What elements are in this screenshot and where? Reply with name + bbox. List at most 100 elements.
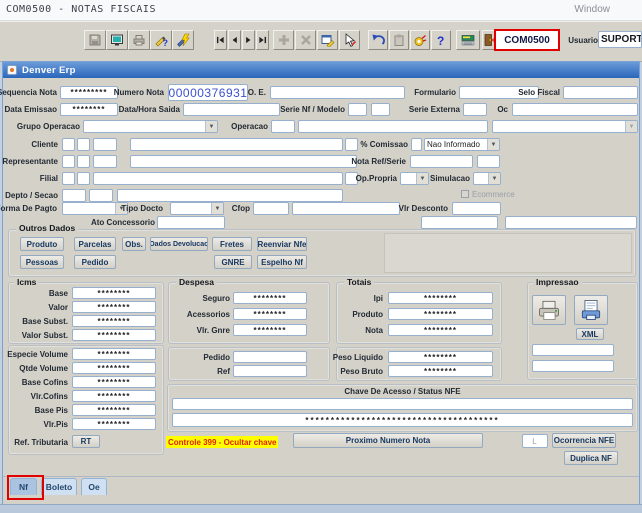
- nota-ref-serie-field[interactable]: [477, 155, 500, 168]
- chevron-down-icon[interactable]: ▼: [487, 139, 499, 150]
- cfop-code-field[interactable]: [253, 202, 289, 215]
- filial-field-1[interactable]: [62, 172, 75, 185]
- l-field[interactable]: L: [522, 434, 548, 448]
- tab-boleto[interactable]: Boleto: [41, 478, 77, 495]
- cliente-field-4[interactable]: [345, 138, 358, 151]
- acessorios-field[interactable]: ********: [233, 308, 307, 320]
- save-button[interactable]: [84, 30, 106, 50]
- menu-window[interactable]: Window: [574, 4, 610, 15]
- fretes-button[interactable]: Fretes: [212, 237, 252, 251]
- totais-produto-field[interactable]: ********: [388, 308, 493, 320]
- print-button[interactable]: [128, 30, 150, 50]
- grupo-operacao-combo[interactable]: ▼: [83, 120, 218, 133]
- oc-field[interactable]: [512, 103, 638, 116]
- icms-base-subst-field[interactable]: ********: [72, 315, 156, 327]
- totais-nota-field[interactable]: ********: [388, 324, 493, 336]
- pessoas-button[interactable]: Pessoas: [20, 255, 64, 269]
- parcelas-button[interactable]: Parcelas: [74, 237, 116, 251]
- imprimir-danfe-button[interactable]: [574, 295, 608, 325]
- base-pis-field[interactable]: ********: [72, 404, 156, 416]
- serie-nf-field[interactable]: [348, 103, 367, 116]
- espelho-nf-button[interactable]: Espelho Nf: [257, 255, 307, 269]
- execute-query-button[interactable]: [172, 30, 194, 50]
- secao-field[interactable]: [89, 189, 113, 202]
- clipboard-button[interactable]: [389, 30, 409, 50]
- vlr-desconto-field[interactable]: [452, 202, 501, 215]
- representante-field-3[interactable]: [93, 155, 117, 168]
- forma-pagto-combo[interactable]: ▼: [62, 202, 128, 215]
- representante-nome-field[interactable]: [130, 155, 357, 168]
- tab-nf[interactable]: Nf: [10, 478, 37, 495]
- enter-query-button[interactable]: ?: [150, 30, 172, 50]
- simulacao-combo[interactable]: ▼: [473, 172, 501, 185]
- filial-nome-field[interactable]: [93, 172, 343, 185]
- first-record-button[interactable]: [214, 30, 227, 50]
- depto-secao-desc-field[interactable]: [117, 189, 343, 202]
- pct-comissao-field[interactable]: [411, 138, 422, 151]
- especie-volume-field[interactable]: ********: [72, 348, 156, 360]
- tipo-docto-combo[interactable]: ▼: [170, 202, 224, 215]
- pedido-button[interactable]: Pedido: [74, 255, 116, 269]
- peso-liquido-field[interactable]: ********: [388, 351, 493, 363]
- reenviar-nfe-button[interactable]: Reenviar Nfe: [257, 237, 307, 251]
- next-record-button[interactable]: [242, 30, 255, 50]
- ato-extra-field-2[interactable]: [505, 216, 637, 229]
- delete-record-button[interactable]: [295, 30, 316, 50]
- ocorrencia-nfe-button[interactable]: Ocorrencia NFE: [552, 433, 616, 448]
- nota-ref-field[interactable]: [410, 155, 473, 168]
- status-nfe-field[interactable]: **************************************: [172, 413, 633, 427]
- cfop-desc-field[interactable]: [292, 202, 400, 215]
- operacao-extra-combo[interactable]: ▼: [492, 120, 638, 133]
- tab-oe[interactable]: Oe: [81, 478, 107, 495]
- gnre-button[interactable]: GNRE: [214, 255, 252, 269]
- tools-button[interactable]: [339, 30, 360, 50]
- ipi-field[interactable]: ********: [388, 292, 493, 304]
- selo-fiscal-field[interactable]: [563, 86, 638, 99]
- chevron-down-icon[interactable]: ▼: [488, 173, 500, 184]
- comissao-combo[interactable]: Nao Informado▼: [424, 138, 500, 151]
- vlr-gnre-field[interactable]: ********: [233, 324, 307, 336]
- ref-field[interactable]: [233, 365, 307, 377]
- operacao-code-field[interactable]: [271, 120, 295, 133]
- impressao-field-2[interactable]: [532, 360, 614, 372]
- alert-button[interactable]: [410, 30, 430, 50]
- last-record-button[interactable]: [256, 30, 269, 50]
- impressao-field-1[interactable]: [532, 344, 614, 356]
- ecommerce-checkbox[interactable]: [461, 190, 469, 198]
- imprimir-nf-button[interactable]: [532, 295, 566, 325]
- rt-button[interactable]: RT: [72, 435, 100, 448]
- representante-field-2[interactable]: [77, 155, 90, 168]
- usuario-field[interactable]: SUPORT: [598, 31, 642, 48]
- help-button[interactable]: ?: [431, 30, 451, 50]
- data-hora-saida-field[interactable]: [183, 103, 280, 116]
- chevron-down-icon[interactable]: ▼: [416, 173, 428, 184]
- cliente-field-3[interactable]: [93, 138, 117, 151]
- chevron-down-icon[interactable]: ▼: [625, 121, 637, 132]
- peso-bruto-field[interactable]: ********: [388, 365, 493, 377]
- vlr-cofins-field[interactable]: ********: [72, 390, 156, 402]
- xml-button[interactable]: XML: [576, 328, 604, 340]
- data-emissao-field[interactable]: ********: [60, 103, 118, 116]
- ato-concessorio-field[interactable]: [157, 216, 225, 229]
- pedido-field[interactable]: [233, 351, 307, 363]
- serie-externa-field[interactable]: [463, 103, 487, 116]
- insert-record-button[interactable]: [273, 30, 294, 50]
- undo-button[interactable]: [368, 30, 388, 50]
- numero-nota-field[interactable]: 00000376931: [168, 84, 248, 101]
- operacao-desc-field[interactable]: [298, 120, 488, 133]
- oe-field[interactable]: [270, 86, 405, 99]
- cliente-field-2[interactable]: [77, 138, 90, 151]
- duplica-nf-button[interactable]: Duplica NF: [564, 451, 618, 465]
- modelo-field[interactable]: [371, 103, 390, 116]
- obs-button[interactable]: Obs.: [122, 237, 146, 251]
- screen-button[interactable]: [106, 30, 128, 50]
- previous-record-button[interactable]: [228, 30, 241, 50]
- seguro-field[interactable]: ********: [233, 292, 307, 304]
- icms-valor-subst-field[interactable]: ********: [72, 329, 156, 341]
- produto-button[interactable]: Produto: [20, 237, 64, 251]
- icms-base-field[interactable]: ********: [72, 287, 156, 299]
- chave-acesso-field[interactable]: [172, 398, 633, 410]
- base-cofins-field[interactable]: ********: [72, 376, 156, 388]
- edit-button[interactable]: [317, 30, 338, 50]
- sequencia-nota-field[interactable]: *********: [60, 86, 118, 99]
